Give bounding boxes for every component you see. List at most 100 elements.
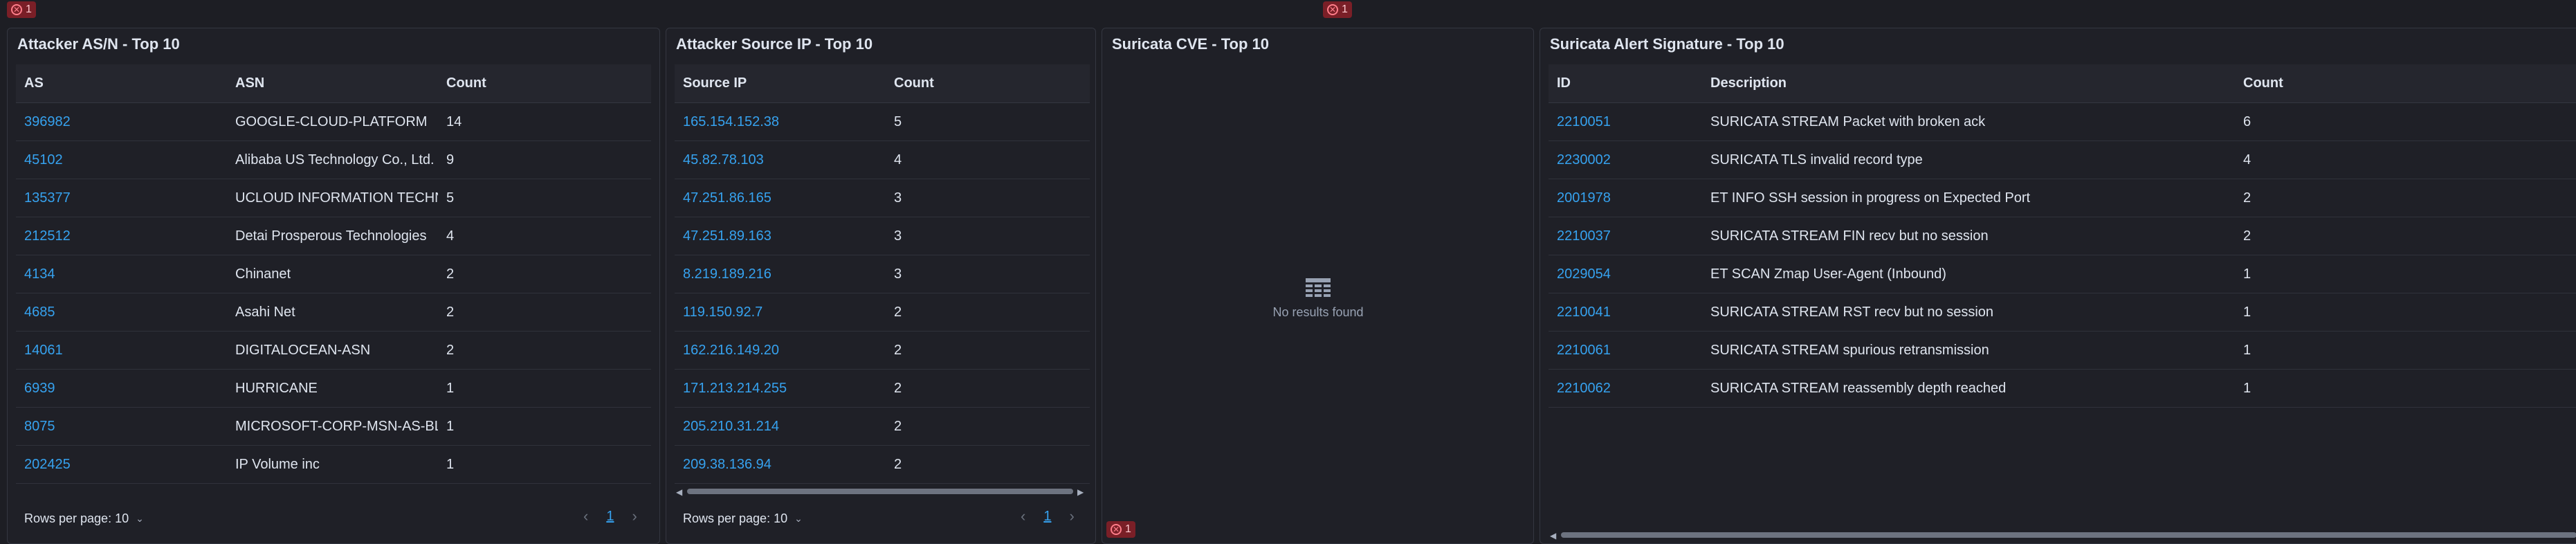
page-number[interactable]: 1 [606, 509, 614, 525]
table-row: 2210037 SURICATA STREAM FIN recv but no s… [1549, 217, 2576, 255]
count-cell: 2 [894, 418, 902, 434]
source-ip-link[interactable]: 205.210.31.214 [675, 419, 886, 435]
error-badge[interactable]: ✕ 1 [1323, 1, 1352, 18]
count-cell: 2 [446, 304, 455, 320]
panel-title: Attacker Source IP - Top 10 [676, 35, 873, 53]
signature-id-link[interactable]: 2210061 [1549, 343, 1702, 359]
prev-page-icon[interactable]: ‹ [583, 507, 588, 525]
signature-id-link[interactable]: 2029054 [1549, 266, 1702, 282]
table-row: 47.251.89.163 3 [675, 217, 1090, 255]
description-cell: SURICATA STREAM FIN recv but no session [1710, 228, 1989, 244]
count-cell: 1 [446, 418, 455, 434]
table-row: 2210041 SURICATA STREAM RST recv but no s… [1549, 293, 2576, 332]
column-header-description[interactable]: Description [1702, 75, 2235, 91]
table-row: 4134 Chinanet 2 [16, 255, 651, 293]
table-row: 2210061 SURICATA STREAM spurious retransm… [1549, 332, 2576, 370]
column-header-count[interactable]: Count [438, 75, 651, 91]
column-header-as[interactable]: AS [16, 75, 227, 91]
signature-id-link[interactable]: 2210041 [1549, 305, 1702, 320]
horizontal-scrollbar[interactable] [687, 489, 1073, 494]
count-cell: 5 [446, 190, 455, 206]
error-badge[interactable]: ✕ 1 [7, 1, 36, 18]
error-count: 1 [26, 3, 32, 15]
asn-name-cell: Detai Prosperous Technologies [235, 228, 427, 244]
source-ip-link[interactable]: 47.251.89.163 [675, 228, 886, 244]
panel-title: Suricata Alert Signature - Top 10 [1550, 35, 1784, 53]
asn-name-cell: DIGITALOCEAN-ASN [235, 342, 371, 358]
count-cell: 3 [894, 190, 902, 206]
as-number-link[interactable]: 14061 [16, 343, 227, 359]
table-row: 8.219.189.216 3 [675, 255, 1090, 293]
source-ip-link[interactable]: 165.154.152.38 [675, 114, 886, 130]
signature-id-link[interactable]: 2210062 [1549, 381, 1702, 397]
signature-id-link[interactable]: 2230002 [1549, 152, 1702, 168]
source-ip-link[interactable]: 45.82.78.103 [675, 152, 886, 168]
scroll-left-icon[interactable]: ◀ [1550, 531, 1556, 541]
table-row: 4685 Asahi Net 2 [16, 293, 651, 332]
source-ip-link[interactable]: 47.251.86.165 [675, 190, 886, 206]
as-number-link[interactable]: 6939 [16, 381, 227, 397]
description-cell: SURICATA STREAM reassembly depth reached [1710, 380, 2007, 396]
as-number-link[interactable]: 4685 [16, 305, 227, 320]
column-header-id[interactable]: ID [1549, 75, 1702, 91]
as-number-link[interactable]: 396982 [16, 114, 227, 130]
column-header-count[interactable]: Count [2235, 75, 2576, 91]
error-badge[interactable]: ✕ 1 [1106, 521, 1135, 538]
source-ip-link[interactable]: 8.219.189.216 [675, 266, 886, 282]
count-cell: 2 [894, 342, 902, 358]
top-strip: ✕ 1 ✕ 1 [0, 0, 2576, 21]
count-cell: 1 [446, 456, 455, 472]
signature-id-link[interactable]: 2001978 [1549, 190, 1702, 206]
scroll-left-icon[interactable]: ◀ [676, 487, 682, 497]
column-header-source-ip[interactable]: Source IP [675, 75, 886, 91]
next-page-icon[interactable]: › [1069, 507, 1074, 525]
table-row: 119.150.92.7 2 [675, 293, 1090, 332]
pagination: ‹ 1 › [583, 507, 637, 525]
scrollbar-thumb[interactable] [687, 489, 1073, 494]
asn-name-cell: MICROSOFT-CORP-MSN-AS-BLOCK [235, 418, 438, 434]
as-number-link[interactable]: 45102 [16, 152, 227, 168]
scrollbar-thumb[interactable] [1561, 532, 2576, 538]
as-number-link[interactable]: 202425 [16, 457, 227, 473]
count-cell: 1 [446, 380, 455, 396]
table-row: 14061 DIGITALOCEAN-ASN 2 [16, 332, 651, 370]
description-cell: ET SCAN Zmap User-Agent (Inbound) [1710, 266, 1946, 282]
error-icon: ✕ [11, 4, 22, 15]
error-icon: ✕ [1327, 4, 1338, 15]
as-number-link[interactable]: 8075 [16, 419, 227, 435]
source-ip-link[interactable]: 209.38.136.94 [675, 457, 886, 473]
as-number-link[interactable]: 212512 [16, 228, 227, 244]
suricata-alert-signature-panel: Suricata Alert Signature - Top 10 ID Des… [1540, 28, 2576, 544]
table-row: 45.82.78.103 4 [675, 141, 1090, 179]
source-ip-link[interactable]: 119.150.92.7 [675, 305, 886, 320]
attacker-source-ip-panel: Attacker Source IP - Top 10 Source IP Co… [666, 28, 1096, 544]
panel-title: Suricata CVE - Top 10 [1112, 35, 1269, 53]
as-number-link[interactable]: 135377 [16, 190, 227, 206]
table-row: 165.154.152.38 5 [675, 103, 1090, 141]
next-page-icon[interactable]: › [632, 507, 637, 525]
asn-table: AS ASN Count 396982 GOOGLE-CLOUD-PLATFORM… [16, 64, 651, 484]
count-cell: 2 [894, 380, 902, 396]
horizontal-scrollbar[interactable] [1561, 532, 2576, 538]
prev-page-icon[interactable]: ‹ [1021, 507, 1025, 525]
signature-id-link[interactable]: 2210051 [1549, 114, 1702, 130]
page-number[interactable]: 1 [1043, 509, 1051, 525]
signature-id-link[interactable]: 2210037 [1549, 228, 1702, 244]
rows-per-page-selector[interactable]: Rows per page: 10 ⌄ [683, 511, 803, 526]
rows-per-page-label: Rows per page: 10 [683, 511, 788, 525]
scroll-right-icon[interactable]: ▶ [1077, 487, 1084, 497]
source-ip-link[interactable]: 162.216.149.20 [675, 343, 886, 359]
column-header-count[interactable]: Count [886, 75, 1090, 91]
rows-per-page-selector[interactable]: Rows per page: 10 ⌄ [24, 511, 144, 526]
attacker-asn-panel: Attacker AS/N - Top 10 AS ASN Count 3969… [7, 28, 660, 544]
count-cell: 1 [2243, 342, 2251, 358]
table-row: 135377 UCLOUD INFORMATION TECHNOLOGY 5 [16, 179, 651, 217]
asn-name-cell: UCLOUD INFORMATION TECHNOLOGY [235, 190, 438, 206]
as-number-link[interactable]: 4134 [16, 266, 227, 282]
asn-name-cell: GOOGLE-CLOUD-PLATFORM [235, 114, 428, 129]
count-cell: 2 [446, 342, 455, 358]
source-ip-link[interactable]: 171.213.214.255 [675, 381, 886, 397]
table-row: 2029054 ET SCAN Zmap User-Agent (Inbound)… [1549, 255, 2576, 293]
count-cell: 1 [2243, 266, 2251, 282]
column-header-asn[interactable]: ASN [227, 75, 438, 91]
